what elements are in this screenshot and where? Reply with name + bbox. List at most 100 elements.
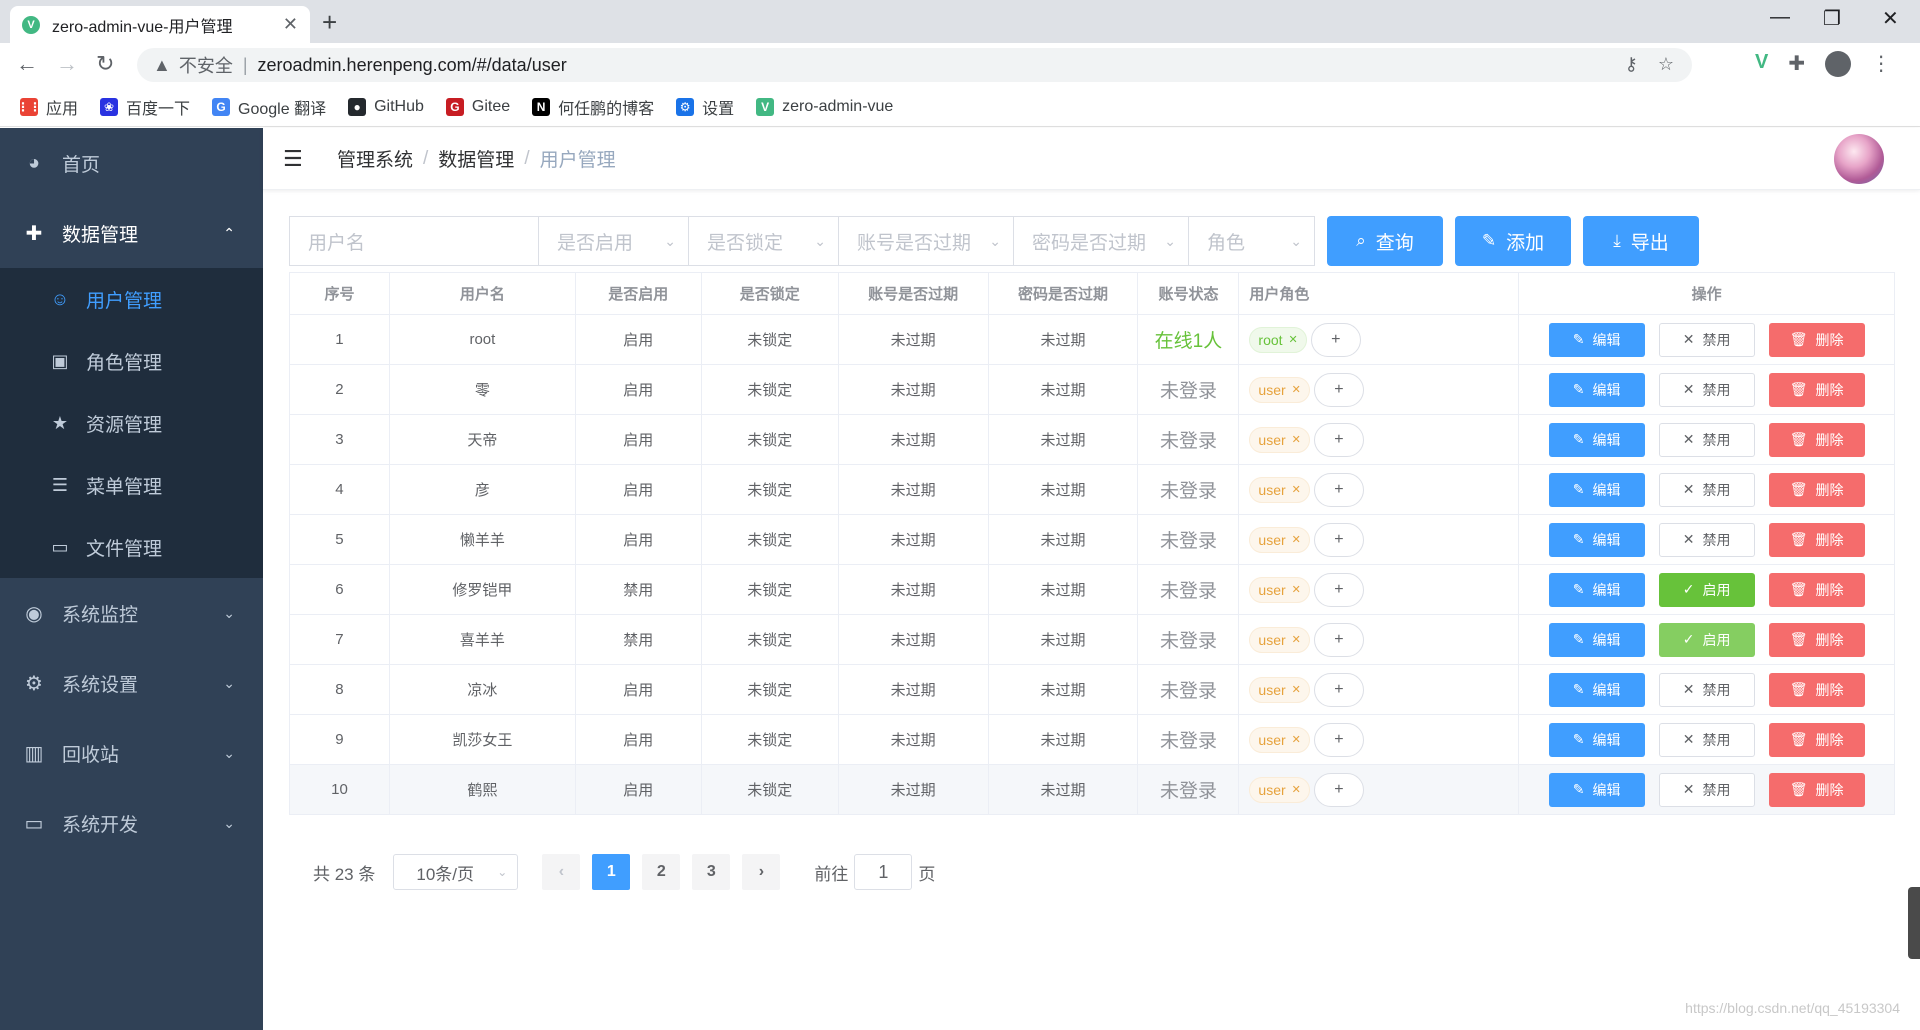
edit-button[interactable]: ✎ 编辑 [1548, 772, 1645, 807]
export-button[interactable]: ⤓ 导出 [1583, 216, 1699, 266]
page-size-select[interactable]: 10条/页 ⌄ [393, 854, 519, 890]
tag-close-icon[interactable]: ✕ [1292, 533, 1301, 546]
delete-button[interactable]: 🗑 删除 [1768, 672, 1865, 707]
query-button[interactable]: ⌕ 查询 [1327, 216, 1443, 266]
sidebar-subitem-4[interactable]: ▭ 文件管理 [0, 516, 263, 578]
maximize-icon[interactable]: ❐ [1823, 6, 1841, 31]
user-avatar[interactable] [1834, 134, 1884, 184]
sidebar-item-1[interactable]: ✚ 数据管理 ⌃ [0, 198, 263, 268]
tag-close-icon[interactable]: ✕ [1292, 483, 1301, 496]
add-role-button[interactable]: + [1313, 472, 1364, 507]
reload-icon[interactable]: ↻ [96, 51, 114, 77]
tag-close-icon[interactable]: ✕ [1292, 733, 1301, 746]
disable-button[interactable]: ✕ 禁用 [1658, 322, 1755, 357]
tag-close-icon[interactable]: ✕ [1289, 333, 1298, 346]
bookmark-item[interactable]: G Google 翻译 [212, 95, 326, 119]
omnibox[interactable]: ▲ 不安全 | zeroadmin.herenpeng.com/#/data/u… [137, 48, 1692, 82]
edit-button[interactable]: ✎ 编辑 [1548, 622, 1645, 657]
password-expired-select[interactable]: 密码是否过期 ⌄ [1013, 216, 1189, 266]
edit-button[interactable]: ✎ 编辑 [1548, 672, 1645, 707]
bookmark-item[interactable]: ⚙ 设置 [676, 95, 734, 119]
role-select[interactable]: 角色 ⌄ [1188, 216, 1315, 266]
add-button[interactable]: ✎ 添加 [1455, 216, 1571, 266]
breadcrumb-item[interactable]: 管理系统 [337, 145, 413, 172]
chrome-menu-icon[interactable]: ⋮ [1871, 51, 1891, 77]
scrollbar-thumb[interactable] [1908, 887, 1920, 959]
sidebar-item-0[interactable]: ◕ 首页 [0, 128, 263, 198]
add-role-button[interactable]: + [1313, 772, 1364, 807]
delete-button[interactable]: 🗑 删除 [1768, 722, 1865, 757]
account-expired-select[interactable]: 账号是否过期 ⌄ [838, 216, 1014, 266]
sidebar-subitem-3[interactable]: ☰ 菜单管理 [0, 454, 263, 516]
delete-button[interactable]: 🗑 删除 [1768, 622, 1865, 657]
tag-close-icon[interactable]: ✕ [1292, 433, 1301, 446]
tab-close-icon[interactable]: ✕ [283, 14, 298, 35]
breadcrumb-item[interactable]: 数据管理 [438, 145, 514, 172]
sidebar-item-3[interactable]: ⚙ 系统设置 ⌄ [0, 648, 263, 718]
delete-button[interactable]: 🗑 删除 [1768, 372, 1865, 407]
bookmark-item[interactable]: Vzero-admin-vue [756, 97, 893, 116]
add-role-button[interactable]: + [1310, 322, 1361, 357]
url-text[interactable]: zeroadmin.herenpeng.com/#/data/user [258, 55, 567, 76]
delete-button[interactable]: 🗑 删除 [1768, 772, 1865, 807]
tag-close-icon[interactable]: ✕ [1292, 783, 1301, 796]
delete-button[interactable]: 🗑 删除 [1768, 522, 1865, 557]
add-role-button[interactable]: + [1313, 372, 1364, 407]
key-icon[interactable]: ⚷ [1625, 54, 1638, 74]
browser-tab[interactable]: V zero-admin-vue-用户管理 ✕ [10, 6, 310, 43]
extensions-puzzle-icon[interactable]: ✚ [1788, 51, 1805, 77]
delete-button[interactable]: 🗑 删除 [1768, 572, 1865, 607]
hamburger-icon[interactable]: ☰ [283, 146, 307, 172]
username-input[interactable]: 用户名 [289, 216, 539, 266]
enabled-select[interactable]: 是否启用 ⌄ [538, 216, 689, 266]
locked-select[interactable]: 是否锁定 ⌄ [688, 216, 839, 266]
page-button-2[interactable]: 2 [642, 854, 681, 890]
disable-button[interactable]: ✕ 禁用 [1658, 672, 1755, 707]
bookmark-item[interactable]: ❀ 百度一下 [100, 95, 190, 119]
edit-button[interactable]: ✎ 编辑 [1548, 722, 1645, 757]
edit-button[interactable]: ✎ 编辑 [1548, 522, 1645, 557]
disable-button[interactable]: ✕ 禁用 [1658, 522, 1755, 557]
page-button-3[interactable]: 3 [692, 854, 731, 890]
minimize-icon[interactable]: — [1770, 6, 1790, 29]
tag-close-icon[interactable]: ✕ [1292, 683, 1301, 696]
tag-close-icon[interactable]: ✕ [1292, 633, 1301, 646]
disable-button[interactable]: ✕ 禁用 [1658, 422, 1755, 457]
disable-button[interactable]: ✕ 禁用 [1658, 372, 1755, 407]
enable-button[interactable]: ✓ 启用 [1658, 622, 1755, 657]
delete-button[interactable]: 🗑 删除 [1768, 472, 1865, 507]
sidebar-subitem-0[interactable]: ☺ 用户管理 [0, 268, 263, 330]
disable-button[interactable]: ✕ 禁用 [1658, 772, 1755, 807]
vue-devtools-icon[interactable]: V [1755, 51, 1768, 77]
new-tab-button[interactable]: + [322, 9, 337, 35]
goto-page-input[interactable]: 1 [854, 854, 913, 890]
delete-button[interactable]: 🗑 删除 [1768, 422, 1865, 457]
bookmark-star-icon[interactable]: ☆ [1658, 54, 1674, 74]
next-page-button[interactable]: › [742, 854, 781, 890]
add-role-button[interactable]: + [1313, 522, 1364, 557]
back-icon[interactable]: ← [16, 51, 38, 77]
sidebar-subitem-2[interactable]: ★ 资源管理 [0, 392, 263, 454]
delete-button[interactable]: 🗑 删除 [1768, 322, 1865, 357]
bookmark-item[interactable]: ● GitHub [348, 97, 424, 116]
bookmark-item[interactable]: G Gitee [445, 97, 510, 116]
disable-button[interactable]: ✕ 禁用 [1658, 472, 1755, 507]
add-role-button[interactable]: + [1313, 572, 1364, 607]
sidebar-item-5[interactable]: ▭ 系统开发 ⌄ [0, 788, 263, 858]
page-button-1[interactable]: 1 [592, 854, 631, 890]
sidebar-subitem-1[interactable]: ▣ 角色管理 [0, 330, 263, 392]
edit-button[interactable]: ✎ 编辑 [1548, 372, 1645, 407]
edit-button[interactable]: ✎ 编辑 [1548, 472, 1645, 507]
profile-avatar-icon[interactable] [1825, 51, 1852, 77]
window-close-icon[interactable]: ✕ [1882, 6, 1899, 31]
sidebar-item-4[interactable]: ▥ 回收站 ⌄ [0, 718, 263, 788]
add-role-button[interactable]: + [1313, 722, 1364, 757]
enable-button[interactable]: ✓ 启用 [1658, 572, 1755, 607]
prev-page-button[interactable]: ‹ [542, 854, 581, 890]
bookmark-item[interactable]: ⋮⋮ 应用 [17, 95, 78, 119]
edit-button[interactable]: ✎ 编辑 [1548, 572, 1645, 607]
tag-close-icon[interactable]: ✕ [1292, 583, 1301, 596]
add-role-button[interactable]: + [1313, 622, 1364, 657]
add-role-button[interactable]: + [1313, 422, 1364, 457]
forward-icon[interactable]: → [56, 51, 78, 77]
